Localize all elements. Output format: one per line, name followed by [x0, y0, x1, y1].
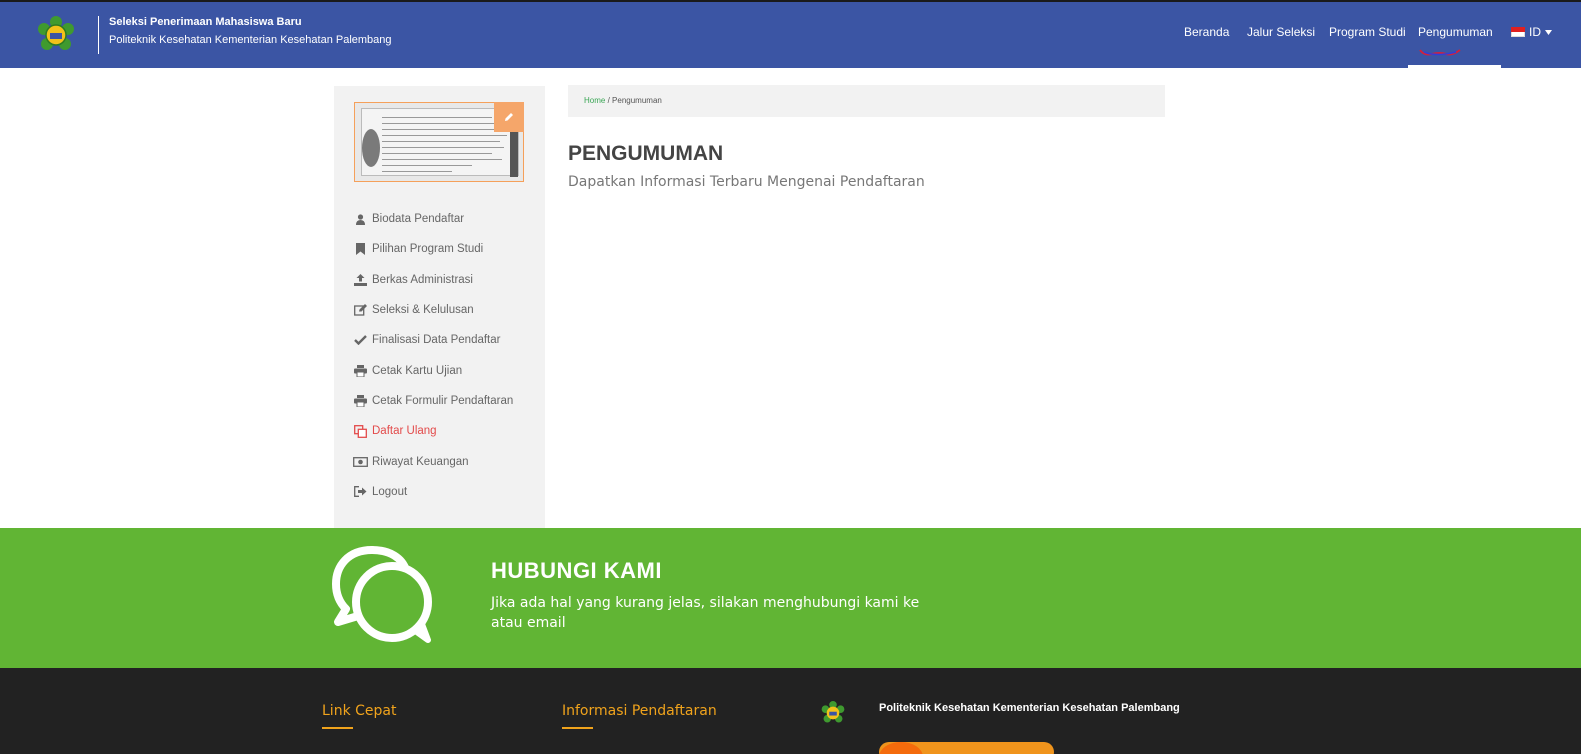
bookmark-icon	[348, 243, 372, 256]
sidebar-item-label: Berkas Administrasi	[372, 273, 473, 286]
print-icon	[348, 364, 372, 377]
footer-heading-underline	[562, 727, 593, 729]
edit-photo-button[interactable]	[494, 102, 524, 132]
user-icon	[348, 214, 372, 225]
sidebar-item-daftar-ulang[interactable]: Daftar Ulang	[348, 416, 538, 446]
check-icon	[348, 335, 372, 346]
sidebar: Biodata Pendaftar Pilihan Program Studi …	[334, 86, 545, 530]
contact-title: HUBUNGI KAMI	[491, 558, 662, 583]
print-icon	[348, 394, 372, 407]
sidebar-item-label: Seleksi & Kelulusan	[372, 304, 474, 317]
sidebar-item-logout[interactable]: Logout	[348, 477, 538, 507]
footer-action-button[interactable]	[879, 742, 1054, 754]
footer: Link Cepat Informasi Pendaftaran Politek…	[0, 668, 1581, 754]
page-title: PENGUMUMAN	[568, 142, 724, 165]
sidebar-item-label: Biodata Pendaftar	[372, 213, 465, 226]
sidebar-item-pilihan-prodi[interactable]: Pilihan Program Studi	[348, 234, 538, 264]
page-subtitle: Dapatkan Informasi Terbaru Mengenai Pend…	[568, 174, 925, 190]
sidebar-item-label: Cetak Formulir Pendaftaran	[372, 394, 514, 407]
sidebar-item-finalisasi[interactable]: Finalisasi Data Pendaftar	[348, 325, 538, 355]
money-icon	[348, 456, 372, 467]
brand-divider	[98, 16, 99, 54]
sidebar-item-riwayat-keuangan[interactable]: Riwayat Keuangan	[348, 446, 538, 476]
sign-out-icon	[348, 486, 372, 498]
sidebar-item-label: Riwayat Keuangan	[372, 455, 469, 468]
footer-institution-name: Politeknik Kesehatan Kementerian Kesehat…	[879, 702, 1180, 714]
institution-logo[interactable]	[37, 16, 75, 54]
sidebar-item-label: Pilihan Program Studi	[372, 243, 484, 256]
sidebar-menu: Biodata Pendaftar Pilihan Program Studi …	[348, 204, 538, 507]
sidebar-item-label: Cetak Kartu Ujian	[372, 364, 463, 377]
edit-icon	[348, 304, 372, 316]
footer-heading-underline	[322, 727, 353, 729]
pencil-icon	[505, 113, 513, 121]
breadcrumb: Home / Pengumuman	[568, 85, 1165, 117]
chevron-down-icon	[1545, 29, 1552, 35]
brand-subtitle: Politeknik Kesehatan Kementerian Kesehat…	[109, 34, 392, 46]
sidebar-item-cetak-formulir[interactable]: Cetak Formulir Pendaftaran	[348, 386, 538, 416]
sidebar-item-label: Daftar Ulang	[372, 425, 437, 438]
nav-jalur-seleksi[interactable]: Jalur Seleksi	[1247, 25, 1315, 45]
footer-button-icon	[879, 742, 923, 754]
copy-icon	[348, 424, 372, 438]
contact-section: HUBUNGI KAMI Jika ada hal yang kurang je…	[0, 528, 1581, 668]
sidebar-item-seleksi[interactable]: Seleksi & Kelulusan	[348, 295, 538, 325]
sidebar-item-label: Logout	[372, 485, 408, 498]
sidebar-item-biodata[interactable]: Biodata Pendaftar	[348, 204, 538, 234]
footer-logo	[821, 701, 845, 723]
sidebar-item-cetak-kartu[interactable]: Cetak Kartu Ujian	[348, 355, 538, 385]
sidebar-item-berkas[interactable]: Berkas Administrasi	[348, 265, 538, 295]
contact-description: Jika ada hal yang kurang jelas, silakan …	[491, 595, 920, 631]
footer-heading-link-cepat: Link Cepat	[322, 703, 397, 719]
top-navbar: Seleksi Penerimaan Mahasiswa Baru Polite…	[0, 0, 1581, 68]
language-selector[interactable]: ID	[1511, 25, 1552, 39]
breadcrumb-home-link[interactable]: Home	[584, 96, 605, 105]
upload-icon	[348, 273, 372, 286]
breadcrumb-current: Pengumuman	[612, 96, 662, 105]
nav-program-studi[interactable]: Program Studi	[1329, 25, 1406, 45]
brand-title: Seleksi Penerimaan Mahasiswa Baru	[109, 16, 302, 28]
chat-bubbles-icon	[332, 546, 432, 643]
nav-active-indicator	[1408, 65, 1501, 68]
sidebar-item-label: Finalisasi Data Pendaftar	[372, 334, 501, 347]
indonesia-flag-icon	[1511, 27, 1525, 37]
nav-pengumuman[interactable]: Pengumuman	[1418, 25, 1493, 45]
annotation-scribble	[1419, 49, 1461, 56]
footer-heading-informasi: Informasi Pendaftaran	[562, 703, 717, 719]
language-label: ID	[1529, 25, 1541, 39]
nav-beranda[interactable]: Beranda	[1184, 25, 1229, 45]
breadcrumb-separator: /	[607, 96, 610, 105]
